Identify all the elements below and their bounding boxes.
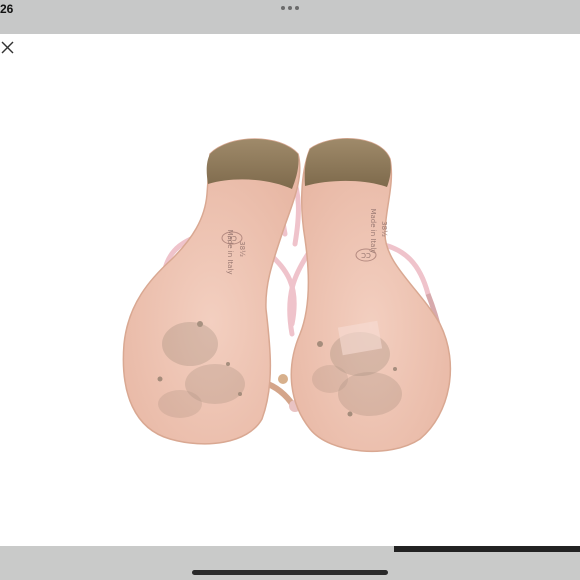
home-indicator[interactable]	[192, 570, 388, 575]
product-photo: CC 38½ Made in Italy CC 38½ Made in Ital…	[0, 34, 580, 546]
left-origin-label: Made in Italy	[226, 229, 234, 274]
more-dots-icon[interactable]	[281, 6, 299, 12]
left-size-label: 38½	[238, 241, 246, 257]
right-size-label: 38½	[380, 221, 388, 237]
right-origin-label: Made in Italy	[369, 208, 377, 253]
close-icon[interactable]	[0, 40, 16, 56]
status-bar: 26	[0, 0, 580, 34]
status-time: 26	[0, 2, 14, 16]
photo-progress-track	[0, 546, 580, 552]
bottom-bar	[0, 546, 580, 580]
photo-progress-fill	[394, 546, 580, 552]
left-sole: CC 38½ Made in Italy	[122, 138, 301, 445]
